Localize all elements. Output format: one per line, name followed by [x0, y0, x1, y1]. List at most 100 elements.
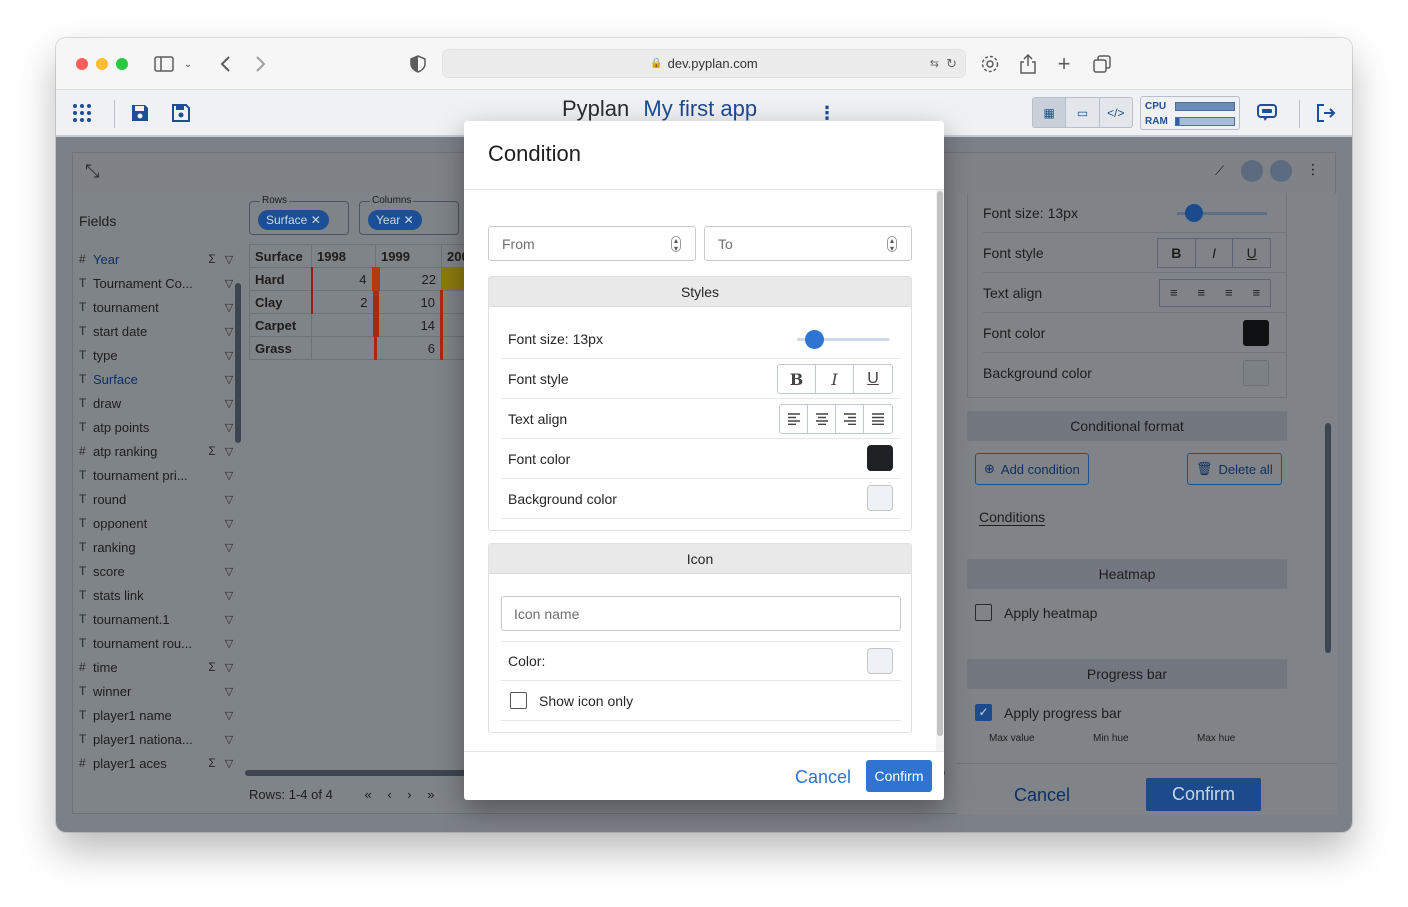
first-page-icon[interactable]: « — [364, 787, 371, 802]
filter-icon[interactable]: ▽ — [221, 661, 237, 674]
filter-icon[interactable]: ▽ — [221, 469, 237, 482]
table-cell[interactable] — [311, 336, 376, 360]
field-item[interactable]: Tatp points ▽ — [79, 415, 237, 439]
background-color-swatch[interactable] — [867, 485, 893, 511]
italic-icon[interactable]: I — [816, 365, 854, 393]
table-cell[interactable]: 14 — [372, 313, 442, 337]
logout-icon[interactable] — [1313, 100, 1339, 126]
filter-icon[interactable]: ▽ — [221, 589, 237, 602]
reload-icon[interactable]: ↻ — [946, 56, 957, 72]
filter-icon[interactable]: ▽ — [221, 493, 237, 506]
filter-icon[interactable]: ▽ — [221, 637, 237, 650]
row-label[interactable]: Carpet — [249, 313, 312, 337]
rows-dropzone[interactable]: Rows Surface ✕ — [249, 195, 349, 235]
field-item[interactable]: Ttournament rou... ▽ — [79, 631, 237, 655]
align-left-icon[interactable] — [780, 405, 808, 433]
confirm-button[interactable]: Confirm — [866, 760, 932, 792]
field-item[interactable]: Tplayer1 nationa... ▽ — [79, 727, 237, 751]
field-item[interactable]: Tplayer1 name ▽ — [79, 703, 237, 727]
format-panel-scrollbar[interactable] — [1325, 423, 1331, 653]
filter-icon[interactable]: ▽ — [221, 733, 237, 746]
address-bar[interactable]: 🔒 dev.pyplan.com ⇆ ↻ — [442, 49, 966, 78]
stepper-icon[interactable]: ▴ ▾ — [887, 236, 897, 253]
tab-overview-icon[interactable] — [1090, 52, 1114, 76]
fields-scrollbar[interactable] — [235, 283, 241, 443]
chevron-down-icon[interactable]: ⌄ — [180, 52, 196, 76]
from-input[interactable]: From ▴ ▾ — [488, 226, 696, 261]
bold-icon[interactable]: B — [1158, 239, 1196, 267]
table-cell[interactable] — [311, 313, 376, 337]
field-item[interactable]: Ttournament pri... ▽ — [79, 463, 237, 487]
apps-grid-icon[interactable] — [69, 100, 95, 126]
font-color-swatch[interactable] — [1243, 320, 1269, 346]
field-item[interactable]: T Surface ▽ — [79, 367, 237, 391]
row-label[interactable]: Clay — [249, 290, 312, 314]
filter-icon[interactable]: ▽ — [221, 709, 237, 722]
filter-icon[interactable]: ▽ — [221, 685, 237, 698]
next-page-icon[interactable]: › — [407, 787, 411, 802]
slider-handle[interactable] — [805, 330, 824, 349]
field-item[interactable]: Tscore ▽ — [79, 559, 237, 583]
zoom-window-button[interactable] — [116, 58, 128, 70]
checkbox-checked-icon[interactable]: ✓ — [975, 704, 992, 721]
sum-icon[interactable]: Σ — [203, 756, 221, 770]
sidebar-toggle-icon[interactable] — [152, 52, 176, 76]
background-color-swatch[interactable] — [1243, 360, 1269, 386]
apply-heatmap-checkbox[interactable]: Apply heatmap — [975, 604, 1097, 621]
align-justify-icon[interactable]: ≡ — [1243, 280, 1271, 306]
field-item[interactable]: # time Σ ▽ — [79, 655, 237, 679]
align-justify-icon[interactable] — [864, 405, 892, 433]
align-left-icon[interactable]: ≡ — [1160, 280, 1188, 306]
filter-icon[interactable]: ▽ — [221, 757, 237, 770]
apply-progress-bar-checkbox[interactable]: ✓ Apply progress bar — [975, 704, 1122, 721]
tools-icon[interactable] — [1270, 160, 1292, 182]
conditions-link[interactable]: Conditions — [979, 509, 1046, 526]
field-item[interactable]: Topponent ▽ — [79, 511, 237, 535]
prev-page-icon[interactable]: ‹ — [387, 787, 391, 802]
sum-icon[interactable]: Σ — [203, 660, 221, 674]
align-right-icon[interactable] — [836, 405, 864, 433]
icon-color-swatch[interactable] — [867, 648, 893, 674]
field-item[interactable]: Tstart date ▽ — [79, 319, 237, 343]
translate-icon[interactable]: ⇆ — [930, 57, 939, 70]
more-vertical-icon[interactable]: ⋮ — [1306, 161, 1320, 178]
show-icon-only-checkbox[interactable] — [510, 692, 527, 709]
header-cell[interactable]: 1998 — [311, 244, 376, 268]
delete-all-button[interactable]: 🗑 Delete all — [1187, 453, 1282, 485]
field-item[interactable]: Tranking ▽ — [79, 535, 237, 559]
save-as-icon[interactable] — [168, 100, 194, 126]
sum-icon[interactable]: Σ — [203, 252, 221, 266]
to-input[interactable]: To ▴ ▾ — [704, 226, 912, 261]
field-item[interactable]: # Year Σ ▽ — [79, 247, 237, 271]
share-icon[interactable] — [1016, 52, 1040, 76]
align-center-icon[interactable] — [808, 405, 836, 433]
field-item[interactable]: Tround ▽ — [79, 487, 237, 511]
underline-icon[interactable]: U — [854, 365, 892, 393]
field-item[interactable]: # atp ranking Σ ▽ — [79, 439, 237, 463]
filter-icon[interactable]: ▽ — [221, 613, 237, 626]
filter-icon[interactable]: ▽ — [221, 541, 237, 554]
table-settings-icon[interactable] — [1241, 160, 1263, 182]
header-cell[interactable]: Surface — [249, 244, 312, 268]
rows-chip-surface[interactable]: Surface ✕ — [258, 210, 329, 230]
filter-icon[interactable]: ▽ — [221, 253, 237, 266]
cancel-button[interactable]: Cancel — [795, 767, 851, 788]
new-tab-icon[interactable]: + — [1052, 51, 1076, 76]
font-size-slider[interactable] — [1177, 204, 1267, 222]
close-window-button[interactable] — [76, 58, 88, 70]
table-cell[interactable]: 22 — [371, 267, 442, 291]
italic-icon[interactable]: I — [1196, 239, 1234, 267]
row-label[interactable]: Grass — [249, 336, 312, 360]
font-size-slider[interactable] — [797, 330, 889, 349]
collapse-icon[interactable]: ⤡ — [85, 161, 99, 182]
field-item[interactable]: Twinner ▽ — [79, 679, 237, 703]
dialog-scrollbar[interactable] — [937, 191, 943, 736]
stepper-icon[interactable]: ▴ ▾ — [671, 236, 681, 253]
assistant-icon[interactable] — [1254, 100, 1280, 126]
back-icon[interactable] — [214, 52, 238, 76]
field-item[interactable]: Ttournament.1 ▽ — [79, 607, 237, 631]
forward-icon[interactable] — [248, 52, 272, 76]
font-color-swatch[interactable] — [867, 445, 893, 471]
table-cell[interactable]: 6 — [374, 336, 442, 360]
field-item[interactable]: Ttournament ▽ — [79, 295, 237, 319]
